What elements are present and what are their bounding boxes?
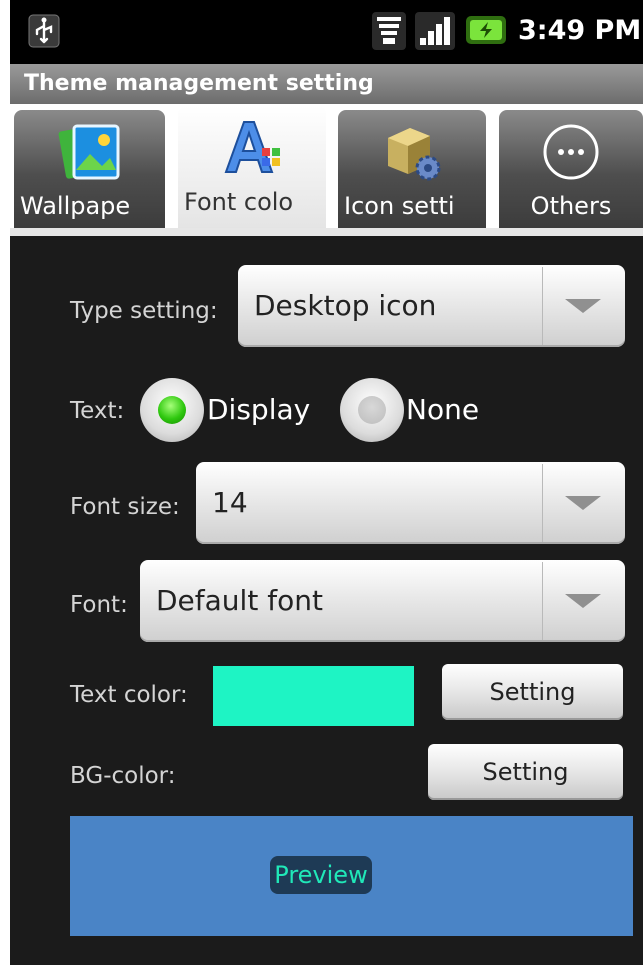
text-label: Text: xyxy=(70,398,125,424)
tab-font-color[interactable]: Font colo xyxy=(178,106,326,230)
spinner-value: 14 xyxy=(212,486,248,519)
dropdown-arrow-icon xyxy=(565,299,601,313)
preview-text: Preview xyxy=(270,856,372,894)
spinner-value: Desktop icon xyxy=(254,289,437,322)
bg-color-label: BG-color: xyxy=(70,763,176,789)
radio-display-label[interactable]: Display xyxy=(207,393,310,427)
tab-divider xyxy=(10,228,643,236)
icon-setting-icon xyxy=(388,128,441,181)
tab-label: Icon setti xyxy=(344,192,455,220)
status-bar: 3:49 PM xyxy=(10,0,643,64)
tab-wallpaper[interactable]: Wallpape xyxy=(14,110,165,228)
spinner-divider xyxy=(542,562,543,640)
status-time: 3:49 PM xyxy=(518,15,642,46)
screen: 3:49 PM Theme management setting Wallpap… xyxy=(0,0,643,965)
font-label: Font: xyxy=(70,592,128,618)
spinner-value: Default font xyxy=(156,584,323,617)
preview-panel: Preview xyxy=(70,816,633,936)
text-color-setting-button[interactable]: Setting xyxy=(442,664,623,720)
tab-label: Others xyxy=(530,192,612,220)
page-title: Theme management setting xyxy=(24,71,374,96)
type-setting-spinner[interactable]: Desktop icon xyxy=(238,265,625,347)
dropdown-arrow-icon xyxy=(565,496,601,510)
font-spinner[interactable]: Default font xyxy=(140,560,625,642)
spinner-divider xyxy=(542,267,543,345)
tab-label: Font colo xyxy=(184,188,294,216)
type-setting-label: Type setting: xyxy=(70,298,218,324)
tab-others[interactable]: Others xyxy=(499,110,643,228)
font-size-spinner[interactable]: 14 xyxy=(196,462,625,544)
text-color-swatch xyxy=(213,666,414,726)
radio-none-label[interactable]: None xyxy=(406,393,479,427)
font-size-label: Font size: xyxy=(70,494,180,520)
font-color-icon xyxy=(224,121,280,173)
ellipsis-circle-icon xyxy=(543,124,599,180)
settings-panel: Type setting: Desktop icon Text: Display… xyxy=(10,236,643,965)
battery-charging-icon xyxy=(466,16,506,44)
bg-color-setting-button[interactable]: Setting xyxy=(428,744,623,800)
wallpaper-icon xyxy=(58,124,119,180)
tab-icon-setting[interactable]: Icon setti xyxy=(338,110,486,228)
dropdown-arrow-icon xyxy=(565,594,601,608)
wifi-icon xyxy=(372,12,406,50)
text-color-label: Text color: xyxy=(70,682,188,708)
radio-unchecked-dot xyxy=(358,396,386,424)
signal-icon xyxy=(415,12,455,50)
title-bar: Theme management setting xyxy=(10,64,643,104)
radio-none[interactable] xyxy=(340,378,404,442)
radio-display[interactable] xyxy=(140,378,204,442)
radio-checked-dot xyxy=(158,396,186,424)
spinner-divider xyxy=(542,464,543,542)
tab-bar: Wallpape Font colo Icon setti Others xyxy=(10,104,643,236)
usb-icon xyxy=(28,14,60,48)
tab-label: Wallpape xyxy=(20,192,131,220)
